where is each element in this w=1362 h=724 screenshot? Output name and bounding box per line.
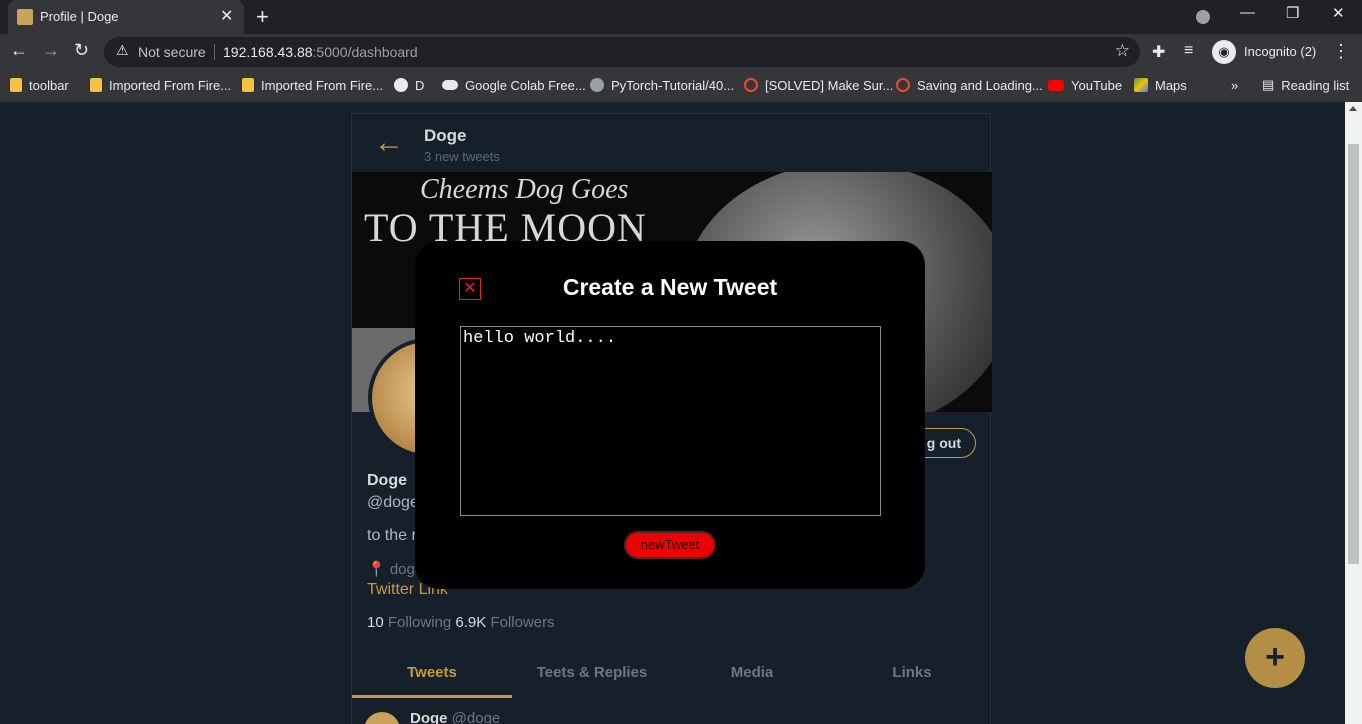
browser-tab[interactable]: Profile | Doge ✕ xyxy=(8,0,244,34)
tweet-author-name: Doge xyxy=(410,710,448,724)
bookmark-item[interactable]: Imported From Fire... xyxy=(90,76,231,94)
bookmark-item[interactable]: Google Colab Free... xyxy=(442,76,586,94)
minimize-icon[interactable]: — xyxy=(1240,4,1255,21)
profile-handle: @doge xyxy=(367,494,419,511)
profile-tabs: Tweets Teets & Replies Media Links xyxy=(352,650,992,698)
reading-list-icon: ▤ xyxy=(1262,77,1275,92)
media-control-icon[interactable]: ≡ xyxy=(1184,42,1193,60)
modal-title: Create a New Tweet xyxy=(562,274,778,300)
folder-icon xyxy=(242,78,254,92)
followers-label[interactable]: Followers xyxy=(490,614,554,631)
warning-icon[interactable]: ⚠ xyxy=(116,42,129,59)
back-icon[interactable]: ← xyxy=(10,40,28,64)
folder-icon xyxy=(10,78,22,92)
bookmark-star-icon[interactable]: ☆ xyxy=(1115,41,1130,61)
tweet-text-input[interactable]: hello world.... xyxy=(460,326,881,516)
scroll-thumb[interactable] xyxy=(1348,144,1359,564)
doge-favicon-icon xyxy=(17,9,33,25)
tab-close-icon[interactable]: ✕ xyxy=(220,6,233,26)
browser-menu-icon[interactable]: ⋮ xyxy=(1332,41,1350,62)
bookmark-label: Maps xyxy=(1155,77,1187,93)
tweet-avatar[interactable] xyxy=(364,712,400,724)
pytorch-icon xyxy=(744,78,758,92)
scroll-up-icon[interactable] xyxy=(1349,106,1357,111)
tweet-author-handle: @doge xyxy=(451,710,501,724)
bookmark-label: D xyxy=(415,77,425,93)
tab-links[interactable]: Links xyxy=(832,650,992,698)
close-window-icon[interactable]: ✕ xyxy=(1332,4,1345,22)
page-viewport: ← Doge 3 new tweets Cheems Dog Goes TO T… xyxy=(0,102,1362,724)
tab-media[interactable]: Media xyxy=(672,650,832,698)
youtube-icon xyxy=(1048,79,1064,91)
bookmark-label: PyTorch-Tutorial/40... xyxy=(611,77,735,93)
bookmark-item[interactable]: PyTorch-Tutorial/40... xyxy=(590,76,734,94)
bookmark-item[interactable]: Saving and Loading... xyxy=(896,76,1043,94)
profile-header-subtitle: 3 new tweets xyxy=(424,149,500,164)
banner-subtitle: Cheems Dog Goes xyxy=(420,174,629,205)
not-secure-label[interactable]: Not secure xyxy=(138,44,206,60)
restore-icon[interactable]: ❐ xyxy=(1286,4,1299,22)
tab-tweets-replies[interactable]: Teets & Replies xyxy=(512,650,672,698)
divider xyxy=(214,44,215,60)
tab-strip: Profile | Doge ✕ + — ❐ ✕ xyxy=(0,0,1362,34)
follow-stats: 10 Following 6.9K Followers xyxy=(367,614,555,631)
bookmark-item[interactable]: Imported From Fire... xyxy=(242,76,383,94)
tab-title: Profile | Doge xyxy=(40,9,119,24)
reading-list-button[interactable]: ▤ Reading list xyxy=(1262,76,1349,94)
incognito-icon: ◉ xyxy=(1212,40,1236,64)
pytorch-icon xyxy=(896,78,910,92)
followers-count[interactable]: 6.9K xyxy=(455,614,486,631)
extensions-icon[interactable]: ✚ xyxy=(1152,42,1165,62)
github-icon xyxy=(590,78,604,92)
colab-icon xyxy=(442,80,458,90)
bookmark-item[interactable]: D xyxy=(394,76,424,94)
new-tab-icon[interactable]: + xyxy=(256,4,269,30)
bookmark-item[interactable]: toolbar xyxy=(10,76,69,94)
browser-chrome: Profile | Doge ✕ + — ❐ ✕ ← → ↻ ⚠ Not sec… xyxy=(0,0,1362,102)
bookmark-label: Google Colab Free... xyxy=(465,77,586,93)
bookmark-label: YouTube xyxy=(1071,77,1123,93)
tab-tweets[interactable]: Tweets xyxy=(352,650,512,698)
url-text[interactable]: 192.168.43.88:5000/dashboard xyxy=(223,44,418,60)
more-bookmarks-icon[interactable]: » xyxy=(1231,76,1238,94)
forward-icon[interactable]: → xyxy=(42,40,60,64)
tab-search-icon[interactable] xyxy=(1196,10,1210,24)
profile-bio: to the r xyxy=(367,527,417,544)
bookmark-label: Saving and Loading... xyxy=(917,77,1043,93)
reload-icon[interactable]: ↻ xyxy=(74,40,89,64)
url-host: 192.168.43.88 xyxy=(223,44,313,60)
reading-list-label: Reading list xyxy=(1281,77,1350,93)
bookmark-item[interactable]: [SOLVED] Make Sur... xyxy=(744,76,893,94)
bookmark-label: toolbar xyxy=(29,77,69,93)
back-arrow-icon[interactable]: ← xyxy=(374,126,404,160)
maps-icon xyxy=(1134,78,1148,92)
profile-header-name: Doge xyxy=(424,126,467,145)
following-count[interactable]: 10 xyxy=(367,614,384,631)
bookmark-label: Imported From Fire... xyxy=(261,77,384,93)
new-tweet-modal: ✕ Create a New Tweet hello world.... new… xyxy=(415,241,925,589)
following-label[interactable]: Following xyxy=(388,614,451,631)
address-bar[interactable]: ⚠ Not secure 192.168.43.88:5000/dashboar… xyxy=(104,37,1140,67)
compose-tweet-fab[interactable]: + xyxy=(1245,628,1305,688)
page-scrollbar[interactable] xyxy=(1345,102,1362,724)
url-path: :5000/dashboard xyxy=(312,44,418,60)
bookmark-item[interactable]: Maps xyxy=(1134,76,1187,94)
incognito-label: Incognito (2) xyxy=(1244,44,1317,59)
profile-name: Doge xyxy=(367,472,407,489)
new-tweet-submit-button[interactable]: newTweet xyxy=(624,531,716,559)
folder-icon xyxy=(90,78,102,92)
bookmark-item[interactable]: YouTube xyxy=(1048,76,1122,94)
bookmark-label: [SOLVED] Make Sur... xyxy=(765,77,894,93)
bookmark-label: Imported From Fire... xyxy=(109,77,232,93)
globe-icon xyxy=(394,78,408,92)
tweet-author: Doge @doge xyxy=(410,710,500,724)
